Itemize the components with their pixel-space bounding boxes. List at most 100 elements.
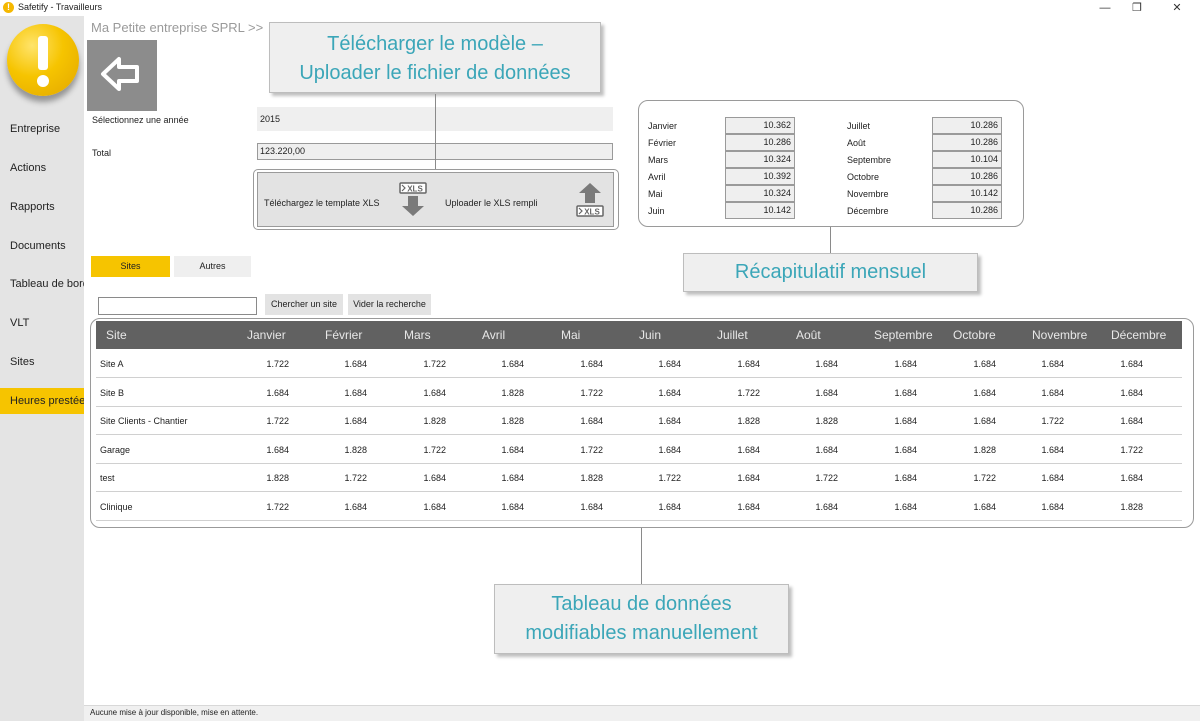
table-cell-value[interactable]: 1.684 bbox=[299, 350, 367, 378]
column-header-aout[interactable]: Août bbox=[796, 321, 821, 349]
table-cell-value[interactable]: 1.722 bbox=[1075, 436, 1143, 464]
table-cell-value[interactable]: 1.828 bbox=[692, 407, 760, 435]
table-cell-value[interactable]: 1.684 bbox=[849, 464, 917, 492]
table-cell-value[interactable]: 1.722 bbox=[221, 350, 289, 378]
table-row[interactable]: Site B 1.684 1.684 1.684 1.828 1.722 1.684 1.72… bbox=[96, 379, 1182, 407]
column-header-decembre[interactable]: Décembre bbox=[1111, 321, 1166, 349]
table-cell-value[interactable]: 1.684 bbox=[692, 350, 760, 378]
column-header-mars[interactable]: Mars bbox=[404, 321, 431, 349]
table-cell-value[interactable]: 1.684 bbox=[849, 379, 917, 407]
search-site-button[interactable]: Chercher un site bbox=[265, 294, 343, 315]
upload-xls-button[interactable]: Uploader le XLS rempli bbox=[445, 198, 538, 208]
table-cell-value[interactable]: 1.684 bbox=[849, 407, 917, 435]
table-cell-value[interactable]: 1.684 bbox=[1075, 464, 1143, 492]
table-cell-value[interactable]: 1.828 bbox=[378, 407, 446, 435]
table-row[interactable]: test 1.828 1.722 1.684 1.684 1.828 1.722 1.684 1… bbox=[96, 464, 1182, 492]
table-cell-value[interactable]: 1.684 bbox=[928, 379, 996, 407]
table-cell-value[interactable]: 1.684 bbox=[849, 493, 917, 521]
column-header-janvier[interactable]: Janvier bbox=[247, 321, 286, 349]
table-cell-value[interactable]: 1.684 bbox=[456, 350, 524, 378]
table-cell-value[interactable]: 1.684 bbox=[613, 407, 681, 435]
table-cell-value[interactable]: 1.722 bbox=[928, 464, 996, 492]
table-cell-value[interactable]: 1.684 bbox=[1075, 379, 1143, 407]
table-cell-value[interactable]: 1.684 bbox=[928, 350, 996, 378]
table-cell-value[interactable]: 1.722 bbox=[770, 464, 838, 492]
table-cell-value[interactable]: 1.722 bbox=[692, 379, 760, 407]
table-cell-value[interactable]: 1.828 bbox=[299, 436, 367, 464]
column-header-septembre[interactable]: Septembre bbox=[874, 321, 933, 349]
table-cell-value[interactable]: 1.684 bbox=[299, 493, 367, 521]
sidebar-item-documents[interactable]: Documents bbox=[0, 233, 84, 259]
table-cell-value[interactable]: 1.684 bbox=[849, 436, 917, 464]
tab-sites[interactable]: Sites bbox=[91, 256, 170, 277]
table-cell-value[interactable]: 1.684 bbox=[378, 493, 446, 521]
table-cell-value[interactable]: 1.828 bbox=[928, 436, 996, 464]
xls-download-icon[interactable]: XLS bbox=[397, 182, 429, 218]
xls-upload-icon[interactable]: XLS bbox=[574, 181, 606, 219]
table-cell-value[interactable]: 1.684 bbox=[770, 379, 838, 407]
download-template-button[interactable]: Téléchargez le template XLS bbox=[264, 198, 380, 208]
table-cell-value[interactable]: 1.684 bbox=[613, 379, 681, 407]
table-cell-value[interactable]: 1.684 bbox=[928, 493, 996, 521]
table-cell-value[interactable]: 1.828 bbox=[456, 407, 524, 435]
table-cell-value[interactable]: 1.684 bbox=[456, 436, 524, 464]
table-row[interactable]: Site A 1.722 1.684 1.722 1.684 1.684 1.684 1.68… bbox=[96, 350, 1182, 378]
sidebar-item-heures-prestees[interactable]: Heures prestées bbox=[0, 388, 84, 414]
table-row[interactable]: Garage 1.684 1.828 1.722 1.684 1.722 1.684 1.68… bbox=[96, 436, 1182, 464]
table-cell-value[interactable]: 1.684 bbox=[456, 493, 524, 521]
table-cell-value[interactable]: 1.684 bbox=[770, 350, 838, 378]
table-cell-value[interactable]: 1.684 bbox=[613, 350, 681, 378]
table-cell-value[interactable]: 1.722 bbox=[378, 350, 446, 378]
table-cell-value[interactable]: 1.684 bbox=[221, 379, 289, 407]
table-cell-value[interactable]: 1.722 bbox=[378, 436, 446, 464]
table-cell-value[interactable]: 1.828 bbox=[221, 464, 289, 492]
table-cell-value[interactable]: 1.684 bbox=[613, 436, 681, 464]
maximize-button[interactable]: ❐ bbox=[1122, 0, 1152, 16]
table-cell-value[interactable]: 1.684 bbox=[692, 464, 760, 492]
table-row[interactable]: Clinique 1.722 1.684 1.684 1.684 1.684 1.684 1.… bbox=[96, 493, 1182, 521]
table-cell-value[interactable]: 1.684 bbox=[456, 464, 524, 492]
table-cell-value[interactable]: 1.684 bbox=[996, 436, 1064, 464]
table-cell-value[interactable]: 1.684 bbox=[535, 350, 603, 378]
table-cell-value[interactable]: 1.684 bbox=[1075, 350, 1143, 378]
table-cell-value[interactable]: 1.684 bbox=[299, 379, 367, 407]
table-cell-value[interactable]: 1.722 bbox=[535, 436, 603, 464]
table-cell-value[interactable]: 1.684 bbox=[221, 436, 289, 464]
table-cell-value[interactable]: 1.684 bbox=[299, 407, 367, 435]
sidebar-item-actions[interactable]: Actions bbox=[0, 155, 84, 181]
table-cell-value[interactable]: 1.684 bbox=[996, 464, 1064, 492]
table-cell-value[interactable]: 1.722 bbox=[299, 464, 367, 492]
table-cell-value[interactable]: 1.684 bbox=[996, 379, 1064, 407]
table-cell-value[interactable]: 1.684 bbox=[613, 493, 681, 521]
sidebar-item-rapports[interactable]: Rapports bbox=[0, 194, 84, 220]
table-cell-value[interactable]: 1.684 bbox=[535, 407, 603, 435]
back-button[interactable] bbox=[87, 40, 157, 111]
table-cell-value[interactable]: 1.722 bbox=[221, 407, 289, 435]
table-cell-value[interactable]: 1.722 bbox=[613, 464, 681, 492]
table-cell-value[interactable]: 1.684 bbox=[1075, 407, 1143, 435]
column-header-novembre[interactable]: Novembre bbox=[1032, 321, 1087, 349]
table-cell-value[interactable]: 1.684 bbox=[692, 436, 760, 464]
sidebar-item-sites[interactable]: Sites bbox=[0, 349, 84, 375]
table-cell-value[interactable]: 1.684 bbox=[928, 407, 996, 435]
table-cell-value[interactable]: 1.722 bbox=[535, 379, 603, 407]
sidebar-item-tableau-de-bord[interactable]: Tableau de bord bbox=[0, 271, 84, 297]
table-cell-value[interactable]: 1.684 bbox=[849, 350, 917, 378]
column-header-site[interactable]: Site bbox=[106, 321, 127, 349]
table-cell-value[interactable]: 1.828 bbox=[770, 407, 838, 435]
sidebar-item-vlt[interactable]: VLT bbox=[0, 310, 84, 336]
table-cell-value[interactable]: 1.684 bbox=[770, 493, 838, 521]
table-cell-value[interactable]: 1.684 bbox=[692, 493, 760, 521]
table-cell-value[interactable]: 1.684 bbox=[378, 379, 446, 407]
table-cell-value[interactable]: 1.684 bbox=[535, 493, 603, 521]
sidebar-item-entreprise[interactable]: Entreprise bbox=[0, 116, 84, 142]
table-cell-value[interactable]: 1.828 bbox=[456, 379, 524, 407]
table-cell-value[interactable]: 1.684 bbox=[996, 493, 1064, 521]
table-cell-value[interactable]: 1.828 bbox=[535, 464, 603, 492]
column-header-mai[interactable]: Mai bbox=[561, 321, 580, 349]
site-search-input[interactable] bbox=[98, 297, 257, 315]
table-cell-value[interactable]: 1.684 bbox=[770, 436, 838, 464]
tab-autres[interactable]: Autres bbox=[174, 256, 251, 277]
table-cell-value[interactable]: 1.828 bbox=[1075, 493, 1143, 521]
table-row[interactable]: Site Clients - Chantier 1.722 1.684 1.828 1.… bbox=[96, 407, 1182, 435]
